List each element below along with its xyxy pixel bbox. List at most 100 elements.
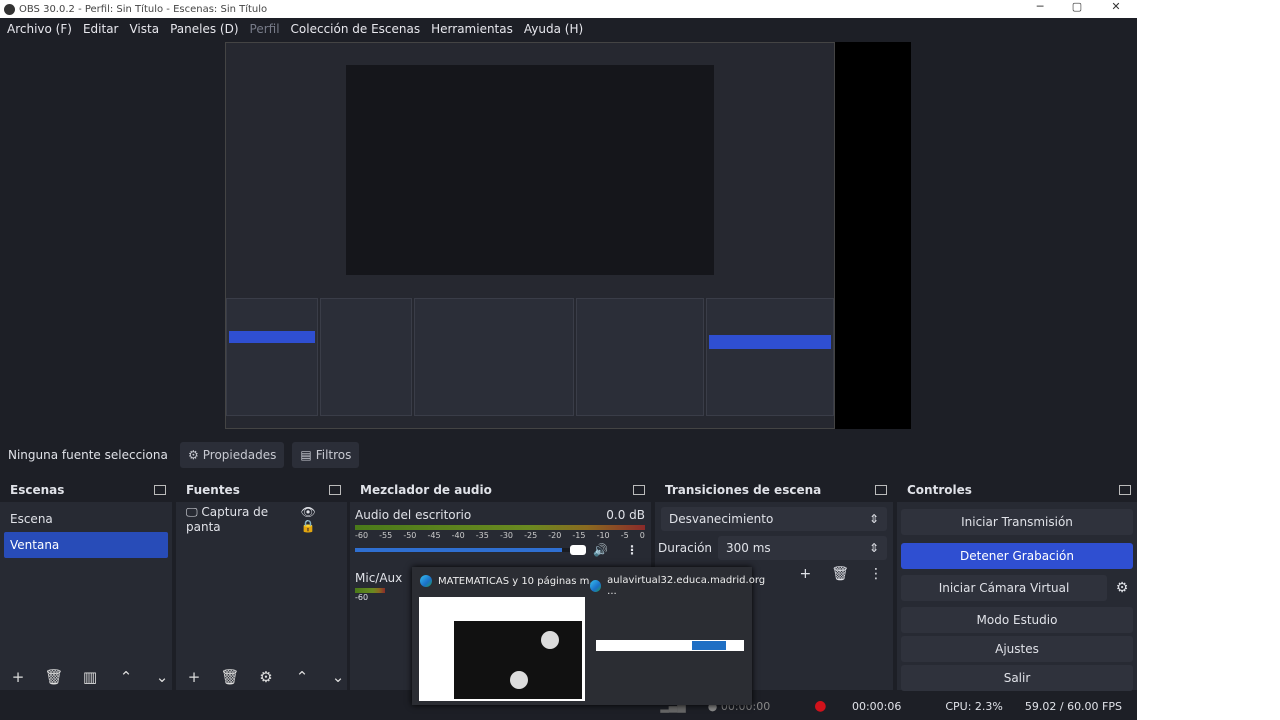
gear-icon[interactable]: ⚙ <box>254 668 278 686</box>
filters-label: Filtros <box>315 448 352 462</box>
trash-icon[interactable]: 🗑 <box>218 668 242 686</box>
scenes-title: Escenas <box>10 483 65 497</box>
scene-item[interactable]: Escena <box>0 506 172 532</box>
volume-meter <box>355 525 645 530</box>
meter-tick: -15 <box>572 531 586 540</box>
maximize-button[interactable]: ▢ <box>1059 0 1095 18</box>
transition-select[interactable]: Desvanecimiento ⇕ <box>661 507 887 531</box>
window-thumbnail[interactable] <box>596 640 744 651</box>
spin-icon[interactable]: ⇕ <box>869 541 879 555</box>
up-icon[interactable]: ⌃ <box>114 668 138 686</box>
controls-dock: Controles Iniciar Transmisión Detener Gr… <box>897 478 1137 691</box>
lock-icon[interactable]: 🔒 <box>301 519 316 533</box>
menu-herramientas[interactable]: Herramientas <box>431 22 513 36</box>
volume-slider[interactable] <box>355 545 586 555</box>
minimize-button[interactable]: ─ <box>1022 0 1058 18</box>
source-toolbar: Ninguna fuente selecciona ⚙ Propiedades ▤… <box>0 438 1137 472</box>
thumbnail-title[interactable]: MATEMATICAS y 10 páginas m... <box>420 575 599 587</box>
stop-recording-button[interactable]: Detener Grabación <box>901 543 1133 569</box>
edge-icon <box>590 580 602 592</box>
undock-icon[interactable] <box>1119 485 1131 495</box>
more-icon[interactable]: ⋮ <box>626 543 638 557</box>
add-icon[interactable]: + <box>182 668 206 686</box>
edge-icon <box>420 575 432 587</box>
menu-coleccion[interactable]: Colección de Escenas <box>291 22 421 36</box>
virtual-camera-button[interactable]: Iniciar Cámara Virtual <box>901 575 1107 601</box>
menu-editar[interactable]: Editar <box>83 22 119 36</box>
thumbnail-title[interactable]: aulavirtual32.educa.madrid.org ... <box>590 575 766 597</box>
channel-name: Audio del escritorio <box>355 508 472 522</box>
menu-ayuda[interactable]: Ayuda (H) <box>524 22 583 36</box>
fps: 59.02 / 60.00 FPS <box>1024 699 1122 713</box>
updown-icon: ⇕ <box>868 512 879 526</box>
add-icon[interactable]: + <box>6 668 30 686</box>
undock-icon[interactable] <box>875 485 887 495</box>
filter-icon[interactable]: ▥ <box>78 668 102 686</box>
title-bar: OBS 30.0.2 - Perfil: Sin Título - Escena… <box>0 0 1137 18</box>
up-icon[interactable]: ⌃ <box>290 668 314 686</box>
meter-tick: -50 <box>403 531 417 540</box>
monitor-icon: 🖵 <box>186 504 198 519</box>
undock-icon[interactable] <box>154 485 166 495</box>
nested-controls-dock <box>706 298 834 416</box>
add-icon[interactable]: + <box>799 566 811 582</box>
window-thumbnail[interactable] <box>419 597 585 701</box>
scenes-dock: Escenas Escena Ventana + 🗑 ▥ ⌃ ⌄ <box>0 478 172 690</box>
undock-icon[interactable] <box>633 485 645 495</box>
mixer-title: Mezclador de audio <box>360 483 492 497</box>
eye-icon[interactable]: 👁 <box>301 505 316 519</box>
speaker-icon[interactable]: 🔊 <box>593 543 608 557</box>
preview-canvas[interactable] <box>225 42 835 429</box>
menu-paneles[interactable]: Paneles (D) <box>170 22 238 36</box>
settings-button[interactable]: Ajustes <box>901 636 1133 662</box>
menu-archivo[interactable]: Archivo (F) <box>7 22 72 36</box>
nested-sources-dock <box>320 298 412 416</box>
more-icon[interactable]: ⋮ <box>869 566 883 582</box>
nested-rec-button <box>709 335 831 349</box>
meter-tick: -20 <box>548 531 562 540</box>
down-icon[interactable]: ⌄ <box>150 668 174 686</box>
source-item[interactable]: 🖵 Captura de panta 👁 🔒 <box>176 504 347 534</box>
meter-tick: -35 <box>475 531 489 540</box>
duration-input[interactable]: 300 ms ⇕ <box>718 536 887 560</box>
window-title: OBS 30.0.2 - Perfil: Sin Título - Escena… <box>19 3 268 15</box>
trash-icon[interactable]: 🗑 <box>831 566 849 582</box>
trash-icon[interactable]: 🗑 <box>42 668 66 686</box>
rec-time: ● 00:00:06 <box>814 698 902 714</box>
meter-tick: -5 <box>620 531 629 540</box>
meter-tick: -45 <box>427 531 441 540</box>
studio-mode-button[interactable]: Modo Estudio <box>901 607 1133 633</box>
properties-button[interactable]: ⚙ Propiedades <box>180 442 285 468</box>
volume-handle[interactable] <box>570 545 586 555</box>
start-stream-button[interactable]: Iniciar Transmisión <box>901 509 1133 535</box>
filters-button[interactable]: ▤ Filtros <box>292 442 360 468</box>
sources-dock: Fuentes 🖵 Captura de panta 👁 🔒 + 🗑 ⚙ ⌃ ⌄ <box>176 478 347 690</box>
nested-scenes-dock <box>226 298 318 416</box>
exit-button[interactable]: Salir <box>901 665 1133 691</box>
scene-item-selected[interactable]: Ventana <box>4 532 168 558</box>
preview-black-region <box>835 42 911 429</box>
gear-icon: ⚙ <box>188 448 199 462</box>
meter-tick: -40 <box>451 531 465 540</box>
menu-bar: Archivo (F) Editar Vista Paneles (D) Per… <box>0 18 1137 40</box>
undock-icon[interactable] <box>329 485 341 495</box>
gear-icon[interactable]: ⚙ <box>1107 580 1137 596</box>
taskbar-thumbnail-popup: MATEMATICAS y 10 páginas m... aulavirtua… <box>412 567 765 705</box>
sources-title: Fuentes <box>186 483 240 497</box>
nested-selected-scene <box>229 331 315 343</box>
transition-value: Desvanecimiento <box>669 512 774 526</box>
duration-value: 300 ms <box>726 541 771 555</box>
close-button[interactable]: ✕ <box>1098 0 1134 18</box>
meter-ticks: -60 -55 -50 -45 -40 -35 -30 -25 -20 -15 -10 -5 0 <box>355 531 645 540</box>
obs-logo-icon <box>4 3 15 15</box>
meter-tick: -10 <box>596 531 610 540</box>
down-icon[interactable]: ⌄ <box>326 668 350 686</box>
menu-perfil[interactable]: Perfil <box>250 22 280 36</box>
properties-label: Propiedades <box>202 448 277 462</box>
no-source-label: Ninguna fuente selecciona <box>8 448 168 462</box>
nested-preview <box>346 65 714 275</box>
meter-tick: -25 <box>524 531 538 540</box>
channel-level: 0.0 dB <box>606 508 645 522</box>
nested-mixer-dock <box>414 298 574 416</box>
menu-vista[interactable]: Vista <box>129 22 159 36</box>
